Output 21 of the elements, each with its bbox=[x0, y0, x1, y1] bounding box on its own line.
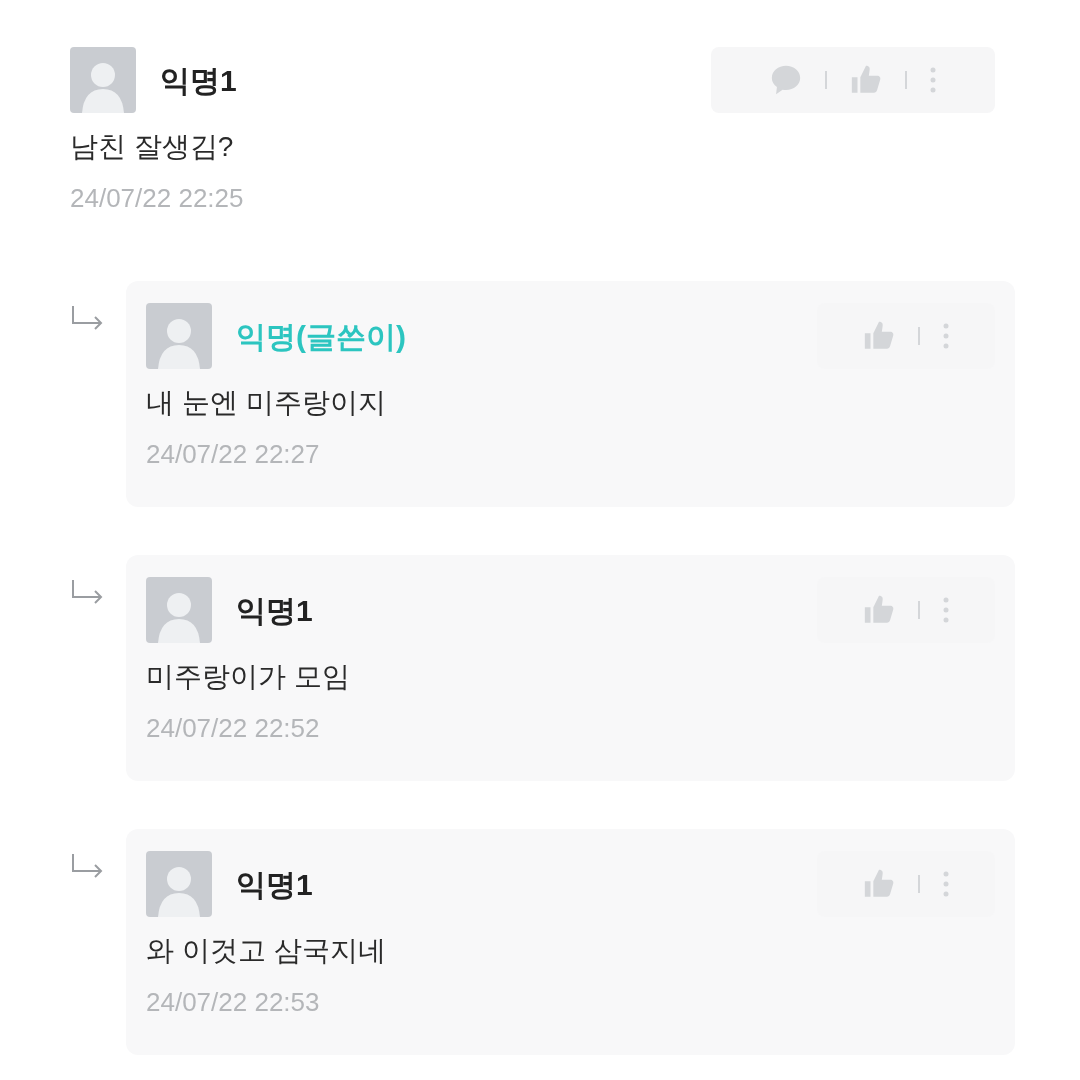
comment-icon[interactable] bbox=[769, 63, 803, 97]
comment-time: 24/07/22 22:52 bbox=[146, 712, 321, 745]
comment-time: 24/07/22 22:53 bbox=[146, 986, 321, 1019]
comment-time: 24/07/22 22:27 bbox=[146, 438, 321, 471]
avatar-icon bbox=[146, 303, 212, 369]
more-icon[interactable] bbox=[929, 66, 937, 94]
comment-text: 와 이것고 삼국지네 bbox=[146, 934, 387, 968]
comment-time: 24/07/22 22:25 bbox=[70, 182, 245, 215]
avatar-icon bbox=[70, 47, 136, 113]
comment-text: 내 눈엔 미주랑이지 bbox=[146, 386, 387, 420]
more-icon[interactable] bbox=[942, 870, 950, 898]
more-icon[interactable] bbox=[942, 596, 950, 624]
comment-text: 미주랑이가 모임 bbox=[146, 660, 351, 694]
comment-text: 남친 잘생김? bbox=[70, 130, 235, 164]
avatar-icon bbox=[146, 851, 212, 917]
author-name: 익명1 bbox=[236, 866, 313, 903]
avatar-icon bbox=[146, 577, 212, 643]
author-name: 익명1 bbox=[160, 62, 237, 99]
author-name: 익명1 bbox=[236, 592, 313, 629]
author-name: 익명(글쓴이) bbox=[236, 318, 406, 355]
more-icon[interactable] bbox=[942, 322, 950, 350]
